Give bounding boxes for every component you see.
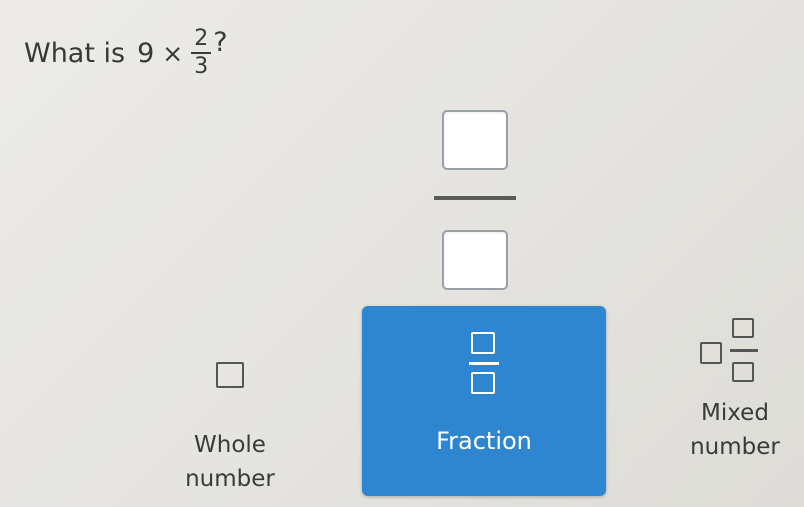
whole-number-label: Whole number — [185, 432, 275, 492]
whole-number-box-icon — [216, 362, 244, 388]
mixed-number-icon — [700, 312, 770, 386]
fraction-option[interactable]: Fraction — [362, 306, 606, 496]
answer-fraction-bar — [434, 196, 516, 200]
numerator-input[interactable] — [442, 110, 508, 170]
question-whole-number: 9 — [137, 37, 155, 69]
question-mark: ? — [213, 26, 228, 58]
fraction-label: Fraction — [436, 427, 532, 455]
mixed-number-label: Mixed number — [690, 400, 780, 460]
question-fraction-numerator: 2 — [194, 26, 209, 51]
question-fraction-denominator: 3 — [194, 54, 209, 79]
whole-number-option[interactable]: Whole number — [160, 350, 300, 496]
question-fraction: 2 3 — [191, 26, 212, 79]
multiply-symbol: × — [162, 38, 184, 68]
answer-fraction-input — [434, 110, 516, 292]
fraction-icon — [469, 332, 499, 398]
denominator-input[interactable] — [442, 230, 508, 290]
question-prefix: What is — [24, 37, 126, 69]
mixed-number-option[interactable]: Mixed number — [680, 300, 790, 464]
question-prompt: What is 9 × 2 3 ? — [24, 26, 228, 79]
